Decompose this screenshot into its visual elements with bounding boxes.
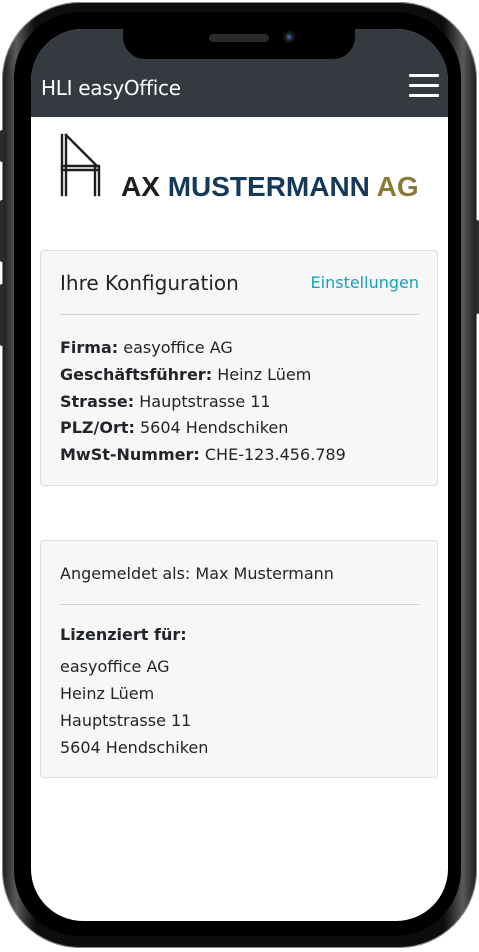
account-card: Angemeldet als: Max Mustermann Lizenzier…	[40, 540, 438, 778]
field-label: Firma:	[60, 338, 119, 357]
card-divider	[60, 314, 419, 315]
logo-text-ax: AX	[121, 171, 160, 202]
licensed-label: Lizenziert für:	[60, 625, 187, 644]
power-button	[475, 220, 479, 314]
license-line-city: 5604 Hendschiken	[60, 738, 209, 757]
settings-link[interactable]: Einstellungen	[311, 273, 419, 292]
field-plz-ort: PLZ/Ort: 5604 Hendschiken	[60, 418, 288, 437]
configuration-title: Ihre Konfiguration	[60, 271, 239, 295]
field-geschaeftsfuehrer: Geschäftsführer: Heinz Lüem	[60, 365, 311, 384]
field-label: Geschäftsführer:	[60, 365, 213, 384]
license-line-name: Heinz Lüem	[60, 684, 155, 703]
license-line-company: easyoffice AG	[60, 657, 170, 676]
navbar-brand[interactable]: HLI easyOffice	[41, 76, 181, 100]
hamburger-menu-icon[interactable]	[409, 72, 441, 100]
configuration-card: Ihre Konfiguration Einstellungen Firma: …	[40, 250, 438, 486]
speaker-grille	[209, 34, 269, 42]
license-line-street: Hauptstrasse 11	[60, 711, 192, 730]
field-firma: Firma: easyoffice AG	[60, 338, 233, 357]
phone-screen: HLI easyOffice AX MUSTERMANN AG Ihre Kon…	[31, 29, 448, 921]
field-value: Hauptstrasse 11	[139, 392, 271, 411]
field-mwst-nummer: MwSt-Nummer: CHE-123.456.789	[60, 445, 346, 464]
logo-text-mustermann: MUSTERMANN	[167, 171, 370, 202]
logo-mark-icon	[60, 133, 101, 197]
mute-switch	[0, 130, 4, 162]
volume-down-button	[0, 284, 4, 346]
field-label: Strasse:	[60, 392, 135, 411]
field-label: PLZ/Ort:	[60, 418, 135, 437]
field-value: easyoffice AG	[123, 338, 233, 357]
logged-in-as-text: Angemeldet als: Max Mustermann	[60, 564, 334, 583]
phone-notch	[123, 29, 355, 59]
field-strasse: Strasse: Hauptstrasse 11	[60, 392, 271, 411]
logo-wordmark: AX MUSTERMANN AG	[121, 171, 419, 203]
card-divider	[60, 604, 419, 605]
top-navbar: HLI easyOffice	[31, 58, 448, 117]
volume-up-button	[0, 200, 4, 262]
field-label: MwSt-Nummer:	[60, 445, 200, 464]
field-value: Heinz Lüem	[217, 365, 312, 384]
field-value: CHE-123.456.789	[204, 445, 346, 464]
company-logo: AX MUSTERMANN AG	[59, 133, 419, 203]
field-value: 5604 Hendschiken	[140, 418, 289, 437]
logo-text-ag: AG	[376, 171, 419, 202]
front-camera-icon	[283, 31, 295, 43]
